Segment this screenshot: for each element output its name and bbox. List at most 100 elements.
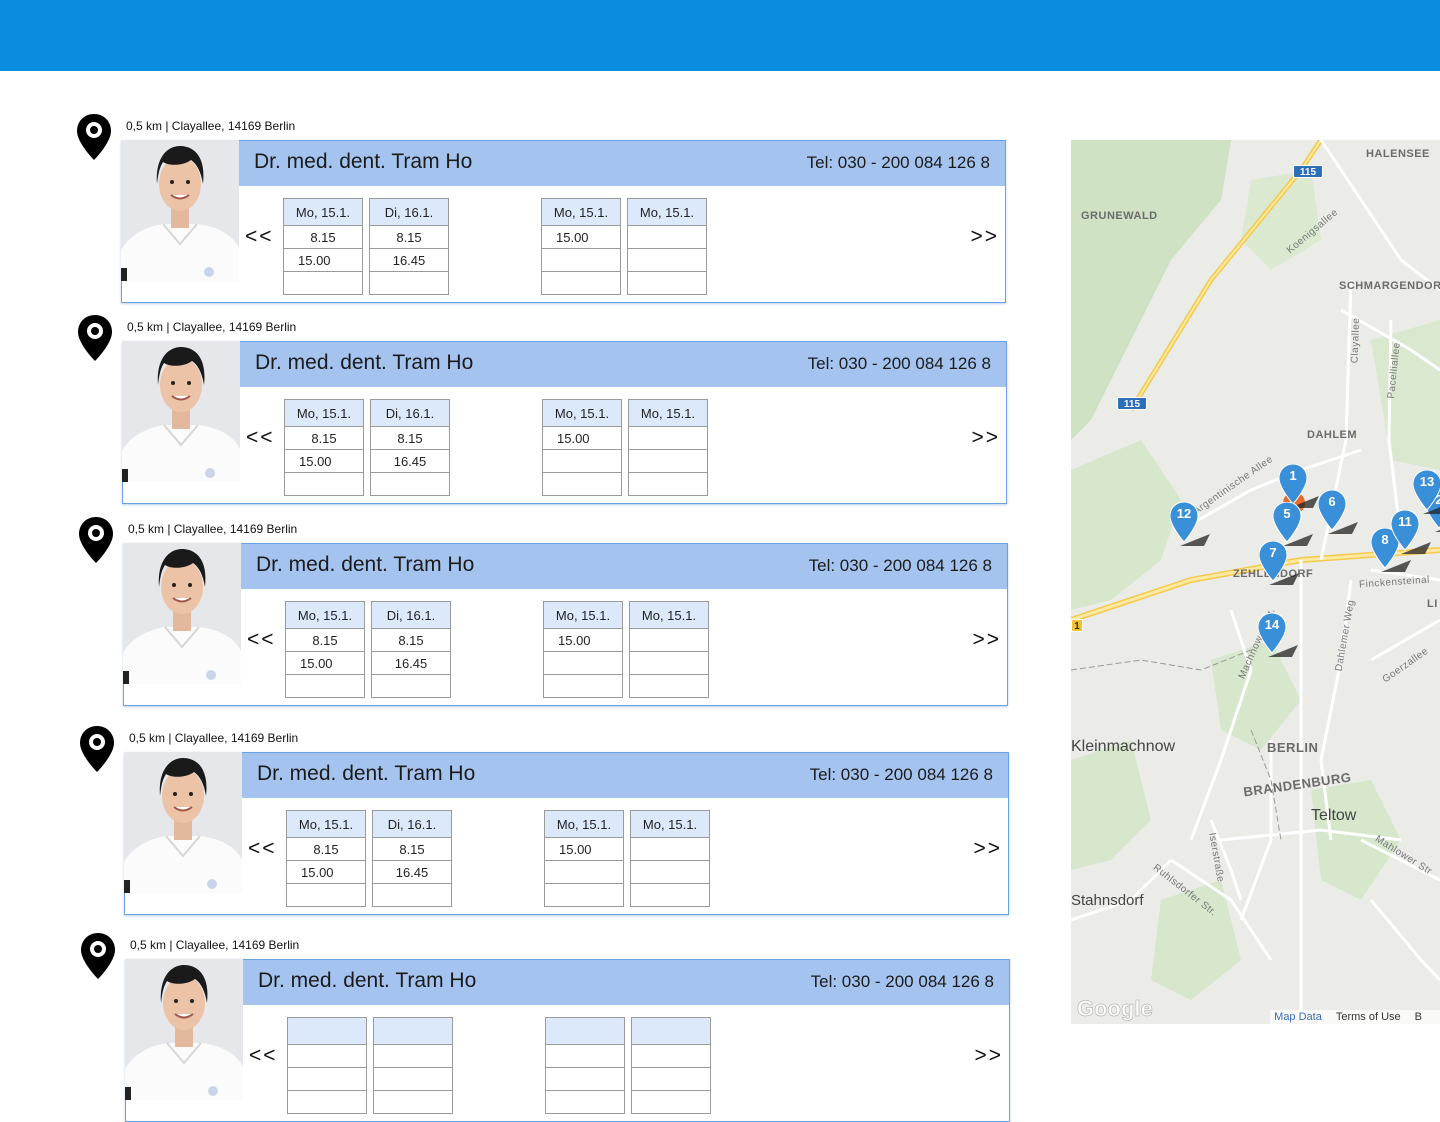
doctor-card[interactable]: Dr. med. dent. Tram Ho Tel: 030 - 200 08… [124,752,1009,915]
time-slot[interactable] [628,226,706,249]
time-slot[interactable]: 15.00 [543,427,621,450]
time-slot[interactable]: 8.15 [372,629,450,652]
time-slot[interactable] [546,1045,624,1068]
map-panel[interactable]: 115 115 1 HALENSEE GRUNEWALD SCHMARGENDO… [1071,140,1440,1024]
previous-days-button[interactable]: << [248,837,277,861]
next-days-button[interactable]: >> [971,426,1000,450]
time-slot[interactable]: 16.45 [370,249,448,272]
map-marker-6[interactable]: 6 [1318,490,1358,534]
time-slot[interactable] [288,1091,366,1114]
location-pin-icon [77,114,111,160]
time-slot[interactable] [632,1091,710,1114]
doctor-name[interactable]: Dr. med. dent. Tram Ho [256,553,474,577]
time-slot[interactable] [545,884,623,907]
card-header: Dr. med. dent. Tram Ho Tel: 030 - 200 08… [240,342,1006,387]
previous-days-button[interactable]: << [247,628,276,652]
doctor-phone[interactable]: Tel: 030 - 200 084 126 8 [809,556,992,576]
next-days-button[interactable]: >> [970,225,999,249]
time-slot[interactable] [631,838,709,861]
day-header [288,1018,366,1045]
time-slot[interactable] [374,1068,452,1091]
time-slot[interactable] [543,473,621,496]
map-marker-5[interactable]: 5 [1273,502,1313,546]
doctor-phone[interactable]: Tel: 030 - 200 084 126 8 [808,354,991,374]
time-slot[interactable] [628,272,706,295]
time-slot[interactable]: 8.15 [373,838,451,861]
map-marker-1[interactable]: 1 [1279,464,1319,508]
time-slot[interactable] [374,1045,452,1068]
time-slot[interactable]: 16.45 [371,450,449,473]
time-slot[interactable] [287,884,365,907]
time-slot[interactable]: 15.00 [285,450,363,473]
doctor-name[interactable]: Dr. med. dent. Tram Ho [254,150,472,174]
doctor-phone[interactable]: Tel: 030 - 200 084 126 8 [811,972,994,992]
time-slot[interactable]: 8.15 [285,427,363,450]
terms-of-use-link[interactable]: Terms of Use [1336,1011,1401,1023]
time-slot[interactable] [629,450,707,473]
doctor-card[interactable]: Dr. med. dent. Tram Ho Tel: 030 - 200 08… [125,959,1010,1122]
time-slot[interactable] [630,652,708,675]
time-slot[interactable] [631,884,709,907]
time-slot[interactable] [371,473,449,496]
time-slot[interactable]: 8.15 [286,629,364,652]
map-marker-13[interactable]: 13 [1413,470,1440,514]
time-slot[interactable] [546,1068,624,1091]
time-slot[interactable] [543,450,621,473]
doctor-card[interactable]: Dr. med. dent. Tram Ho Tel: 030 - 200 08… [123,543,1008,706]
time-slot[interactable]: 15.00 [286,652,364,675]
time-slot[interactable] [545,861,623,884]
doctor-name[interactable]: Dr. med. dent. Tram Ho [258,969,476,993]
time-slot[interactable]: 15.00 [545,838,623,861]
doctor-name[interactable]: Dr. med. dent. Tram Ho [255,351,473,375]
time-slot[interactable] [285,473,363,496]
time-slot[interactable]: 8.15 [370,226,448,249]
time-slot[interactable]: 15.00 [284,249,362,272]
time-slot[interactable] [632,1045,710,1068]
time-slot[interactable]: 15.00 [542,226,620,249]
doctor-name[interactable]: Dr. med. dent. Tram Ho [257,762,475,786]
time-slot[interactable] [629,473,707,496]
time-slot[interactable]: 8.15 [287,838,365,861]
time-slot[interactable] [372,675,450,698]
time-slot[interactable]: 16.45 [373,861,451,884]
time-slot[interactable] [630,675,708,698]
time-slot[interactable] [631,861,709,884]
time-slot[interactable] [373,884,451,907]
previous-days-button[interactable]: << [249,1044,278,1068]
doctor-card[interactable]: Dr. med. dent. Tram Ho Tel: 030 - 200 08… [122,341,1007,504]
previous-days-button[interactable]: << [245,225,274,249]
doctor-phone[interactable]: Tel: 030 - 200 084 126 8 [807,153,990,173]
time-slot[interactable] [544,675,622,698]
time-slot[interactable] [544,652,622,675]
doctor-card[interactable]: Dr. med. dent. Tram Ho Tel: 030 - 200 08… [121,140,1006,303]
time-slot[interactable] [632,1068,710,1091]
time-slot[interactable]: 16.45 [372,652,450,675]
map-marker-12[interactable]: 12 [1170,502,1210,546]
appointment-day-column: Di, 16.1. 8.15 16.45 [370,399,450,496]
map-marker-14[interactable]: 14 [1258,613,1298,657]
time-slot[interactable] [542,249,620,272]
time-slot[interactable] [630,629,708,652]
map-label-clayallee: Clayallee [1349,317,1363,364]
map-data-link[interactable]: Map Data [1274,1011,1322,1023]
time-slot[interactable] [288,1068,366,1091]
time-slot[interactable]: 15.00 [544,629,622,652]
time-slot[interactable] [629,427,707,450]
doctor-phone[interactable]: Tel: 030 - 200 084 126 8 [810,765,993,785]
next-days-button[interactable]: >> [972,628,1001,652]
map-marker-7[interactable]: 7 [1259,541,1299,585]
time-slot[interactable] [374,1091,452,1114]
time-slot[interactable] [284,272,362,295]
next-days-button[interactable]: >> [973,837,1002,861]
time-slot[interactable] [546,1091,624,1114]
time-slot[interactable] [370,272,448,295]
time-slot[interactable]: 8.15 [371,427,449,450]
time-slot[interactable] [288,1045,366,1068]
time-slot[interactable] [286,675,364,698]
next-days-button[interactable]: >> [974,1044,1003,1068]
time-slot[interactable]: 15.00 [287,861,365,884]
time-slot[interactable] [628,249,706,272]
time-slot[interactable]: 8.15 [284,226,362,249]
time-slot[interactable] [542,272,620,295]
previous-days-button[interactable]: << [246,426,275,450]
